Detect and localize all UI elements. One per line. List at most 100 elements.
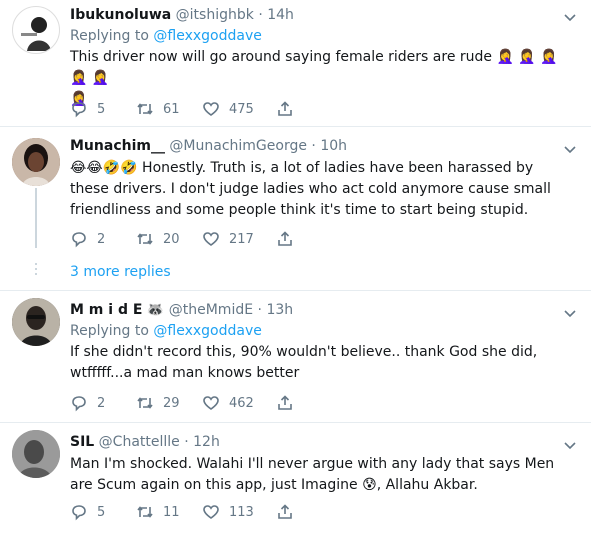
replying-to-link[interactable]: @flexxgoddave [153, 323, 261, 339]
avatar[interactable] [12, 138, 60, 186]
replying-to-link[interactable]: @flexxgoddave [153, 28, 261, 44]
chevron-down-icon[interactable] [563, 10, 577, 24]
retweet-icon [137, 103, 153, 115]
timestamp[interactable]: 13h [266, 302, 293, 318]
retweet-count: 61 [163, 101, 180, 117]
tweet-actions: 5 61 475 [70, 99, 294, 119]
timestamp[interactable]: 12h [193, 434, 220, 450]
chevron-down-icon[interactable] [563, 306, 577, 320]
share-icon [278, 231, 292, 246]
facepalm-emoji: 🤦‍♀️ [91, 70, 110, 86]
tweet-3[interactable]: M m i d E 🦝 @theMmidE · 13h Replying to … [0, 290, 591, 423]
retweet-icon [137, 506, 153, 518]
thread-line [35, 188, 37, 248]
retweet-button[interactable]: 11 [136, 503, 202, 521]
reply-count: 2 [97, 395, 106, 411]
avatar[interactable] [12, 6, 60, 54]
reply-icon [72, 102, 86, 118]
facepalm-emoji: 🤦‍♀️ [540, 49, 558, 65]
reply-icon [72, 232, 86, 248]
reply-icon [72, 396, 86, 412]
chevron-down-icon[interactable] [563, 438, 577, 452]
separator-dot: · [311, 138, 316, 154]
avatar-image [12, 298, 60, 346]
separator-dot: · [257, 302, 262, 318]
share-button[interactable] [276, 230, 294, 248]
tears-of-joy-emoji: 😂 [86, 160, 103, 176]
avatar[interactable] [12, 298, 60, 346]
tweet-4[interactable]: SIL @Chattellle · 12h Man I'm shocked. W… [0, 422, 591, 540]
facepalm-emoji: 🤦‍♀️ [518, 49, 536, 65]
retweet-count: 20 [163, 231, 180, 247]
tweet-header: Munachim__ @MunachimGeorge · 10h [70, 137, 561, 155]
reply-button[interactable]: 2 [70, 394, 136, 412]
user-handle[interactable]: @theMmidE [169, 302, 253, 318]
retweet-icon [137, 397, 153, 409]
like-button[interactable]: 475 [202, 100, 276, 118]
reply-button[interactable]: 2 [70, 230, 136, 248]
rofl-emoji: 🤣 [102, 160, 121, 176]
rofl-emoji: 🤣 [120, 160, 138, 176]
facepalm-emoji: 🤦‍♀️ [496, 49, 514, 65]
like-count: 475 [229, 101, 254, 117]
reply-count: 5 [97, 504, 106, 520]
reply-button[interactable]: 5 [70, 503, 136, 521]
avatar-image [12, 138, 60, 186]
tweet-header: Ibukunoluwa @itshighbk · 14h [70, 6, 561, 24]
share-button[interactable] [276, 100, 294, 118]
chevron-down-icon[interactable] [563, 142, 577, 156]
heart-icon [203, 505, 219, 519]
tweet-actions: 5 11 113 [70, 502, 294, 522]
display-name[interactable]: M m i d E [70, 302, 142, 318]
retweet-icon [137, 233, 153, 245]
like-button[interactable]: 217 [202, 230, 276, 248]
retweet-button[interactable]: 20 [136, 230, 202, 248]
user-handle[interactable]: @MunachimGeorge [169, 138, 307, 154]
facepalm-emoji: 🤦‍♀️ [70, 70, 88, 86]
retweet-count: 11 [163, 504, 180, 520]
tweet-actions: 2 29 462 [70, 393, 294, 413]
retweet-count: 29 [163, 395, 180, 411]
tweet-text-body: Man I'm shocked. Walahi I'll never argue… [70, 456, 555, 493]
heart-icon [203, 102, 219, 116]
timestamp[interactable]: 14h [267, 7, 294, 23]
like-count: 462 [229, 395, 254, 411]
user-handle[interactable]: @itshighbk [176, 7, 254, 23]
reply-count: 2 [97, 231, 106, 247]
tweet-header: M m i d E 🦝 @theMmidE · 13h [70, 301, 561, 319]
replying-to-label: Replying to [70, 323, 149, 339]
share-icon [278, 101, 292, 116]
tweet-text-body: Honestly. Truth is, a lot of ladies have… [70, 160, 551, 218]
tweet-text: If she didn't record this, 90% wouldn't … [70, 342, 561, 384]
retweet-button[interactable]: 29 [136, 394, 202, 412]
reply-icon [72, 505, 86, 521]
tweet-text-tail: , Allahu Akbar. [376, 477, 478, 493]
tweet-1[interactable]: Ibukunoluwa @itshighbk · 14h Replying to… [0, 0, 591, 127]
tweet-text: Man I'm shocked. Walahi I'll never argue… [70, 454, 561, 496]
display-name[interactable]: SIL [70, 434, 94, 450]
raccoon-emoji: 🦝 [146, 302, 165, 318]
display-name[interactable]: Ibukunoluwa [70, 7, 171, 23]
tweet-2[interactable]: Munachim__ @MunachimGeorge · 10h 😂😂🤣🤣 Ho… [0, 126, 591, 291]
share-button[interactable] [276, 503, 294, 521]
like-button[interactable]: 113 [202, 503, 276, 521]
avatar-image [21, 17, 51, 51]
separator-dot: · [258, 7, 263, 23]
avatar[interactable] [12, 430, 60, 478]
thread-dots [35, 263, 37, 278]
separator-dot: · [184, 434, 189, 450]
timestamp[interactable]: 10h [320, 138, 347, 154]
tweet-text: 😂😂🤣🤣 Honestly. Truth is, a lot of ladies… [70, 158, 561, 221]
tweet-text-body: If she didn't record this, 90% wouldn't … [70, 344, 538, 381]
tweet-text-body: This driver now will go around saying fe… [70, 49, 493, 65]
like-button[interactable]: 462 [202, 394, 276, 412]
share-icon [278, 395, 292, 410]
retweet-button[interactable]: 61 [136, 100, 202, 118]
replying-to: Replying to @flexxgoddave [70, 321, 561, 341]
reply-button[interactable]: 5 [70, 100, 136, 118]
share-button[interactable] [276, 394, 294, 412]
like-count: 217 [229, 231, 254, 247]
show-more-replies-link[interactable]: 3 more replies [70, 264, 171, 280]
display-name[interactable]: Munachim__ [70, 138, 165, 154]
user-handle[interactable]: @Chattellle [99, 434, 180, 450]
